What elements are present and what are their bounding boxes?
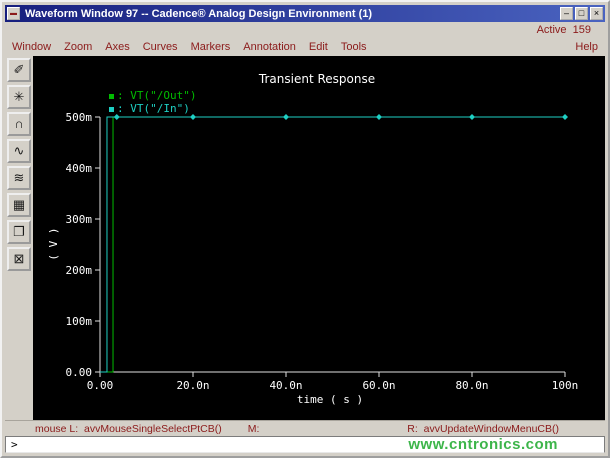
active-status-label: Active 159 bbox=[536, 23, 591, 36]
menubar: Window Zoom Axes Curves Markers Annotation Edi… bbox=[5, 37, 605, 56]
maximize-button[interactable]: □ bbox=[575, 7, 588, 20]
menu-annotation[interactable]: Annotation bbox=[243, 41, 296, 53]
window-title: Waveform Window 97 -- Cadence® Analog De… bbox=[25, 7, 373, 20]
waveform-chart[interactable]: Transient Response 0.00 20.0n 40.0n 60.0n 80.… bbox=[33, 56, 605, 420]
x-tick-label: 80.0n bbox=[455, 379, 488, 392]
legend-swatch bbox=[109, 107, 114, 112]
menu-window[interactable]: Window bbox=[12, 41, 51, 53]
trace-in[interactable] bbox=[100, 116, 565, 373]
datapoint-diamond-marker[interactable] bbox=[562, 114, 568, 120]
titlebar: ▬ Waveform Window 97 -- Cadence® Analog … bbox=[5, 5, 605, 22]
x-tick-label: 100n bbox=[552, 379, 579, 392]
x-tick-label: 20.0n bbox=[176, 379, 209, 392]
close-button[interactable]: × bbox=[590, 7, 603, 20]
y-tick-label: 200m bbox=[66, 264, 93, 277]
copy-window-icon[interactable]: ❐ bbox=[7, 220, 31, 244]
prompt-text: > bbox=[11, 438, 18, 451]
menu-axes[interactable]: Axes bbox=[105, 41, 129, 53]
x-tick-label: 60.0n bbox=[362, 379, 395, 392]
chart-title: Transient Response bbox=[258, 72, 375, 86]
legend-label[interactable]: : VT("/In") bbox=[117, 102, 190, 115]
legend-swatch bbox=[109, 94, 114, 99]
menu-curves[interactable]: Curves bbox=[143, 41, 178, 53]
datapoint-diamond-marker[interactable] bbox=[469, 114, 475, 120]
x-tick-label: 40.0n bbox=[269, 379, 302, 392]
watermark: www.cntronics.com bbox=[408, 436, 558, 453]
datapoint-diamond-marker[interactable] bbox=[283, 114, 289, 120]
calculator-icon[interactable]: ▦ bbox=[7, 193, 31, 217]
x-axis-label: time ( s ) bbox=[297, 393, 363, 406]
strip-chart-icon[interactable]: ∿ bbox=[7, 139, 31, 163]
y-tick-label: 400m bbox=[66, 162, 93, 175]
datapoint-diamond-marker[interactable] bbox=[190, 114, 196, 120]
y-axis-label: ( V ) bbox=[47, 227, 60, 260]
menu-items: Window Zoom Axes Curves Markers Annotation Edi… bbox=[12, 41, 575, 53]
y-tick-label: 0.00 bbox=[66, 366, 93, 379]
probe-pen-icon[interactable]: ✐ bbox=[7, 58, 31, 82]
toolbar: ✐ ✳ ∩ ∿ ≋ ▦ ❐ ⊠ bbox=[5, 56, 33, 420]
trace-out[interactable] bbox=[100, 116, 565, 373]
delete-icon[interactable]: ⊠ bbox=[7, 247, 31, 271]
x-tick-label: 0.00 bbox=[87, 379, 114, 392]
zoom-fit-icon[interactable]: ✳ bbox=[7, 85, 31, 109]
statusbar: mouse L: avvMouseSingleSelectPtCB() M: R… bbox=[5, 420, 605, 436]
minimize-button[interactable]: – bbox=[560, 7, 573, 20]
menu-help[interactable]: Help bbox=[575, 41, 598, 53]
active-status-row: Active 159 bbox=[5, 22, 605, 37]
y-tick-label: 300m bbox=[66, 213, 93, 226]
menu-zoom[interactable]: Zoom bbox=[64, 41, 92, 53]
menu-edit[interactable]: Edit bbox=[309, 41, 328, 53]
window-menu-button[interactable]: ▬ bbox=[7, 7, 20, 20]
status-mouse-left: mouse L: avvMouseSingleSelectPtCB() bbox=[35, 422, 222, 435]
menu-markers[interactable]: Markers bbox=[191, 41, 231, 53]
status-mouse-middle: M: bbox=[247, 422, 260, 435]
legend-label[interactable]: : VT("/Out") bbox=[117, 89, 196, 102]
main-content: ✐ ✳ ∩ ∿ ≋ ▦ ❐ ⊠ Transient Response 0.00 20.0n 40.0… bbox=[5, 56, 605, 420]
y-tick-label: 500m bbox=[66, 111, 93, 124]
status-mouse-right: R: avvUpdateWindowMenuCB() bbox=[407, 422, 559, 435]
plot-area[interactable]: Transient Response 0.00 20.0n 40.0n 60.0n 80.… bbox=[33, 56, 605, 420]
redraw-icon[interactable]: ∩ bbox=[7, 112, 31, 136]
menu-tools[interactable]: Tools bbox=[341, 41, 367, 53]
split-curves-icon[interactable]: ≋ bbox=[7, 166, 31, 190]
waveform-window: ▬ Waveform Window 97 -- Cadence® Analog … bbox=[0, 0, 610, 458]
datapoint-diamond-marker[interactable] bbox=[376, 114, 382, 120]
y-tick-label: 100m bbox=[66, 315, 93, 328]
